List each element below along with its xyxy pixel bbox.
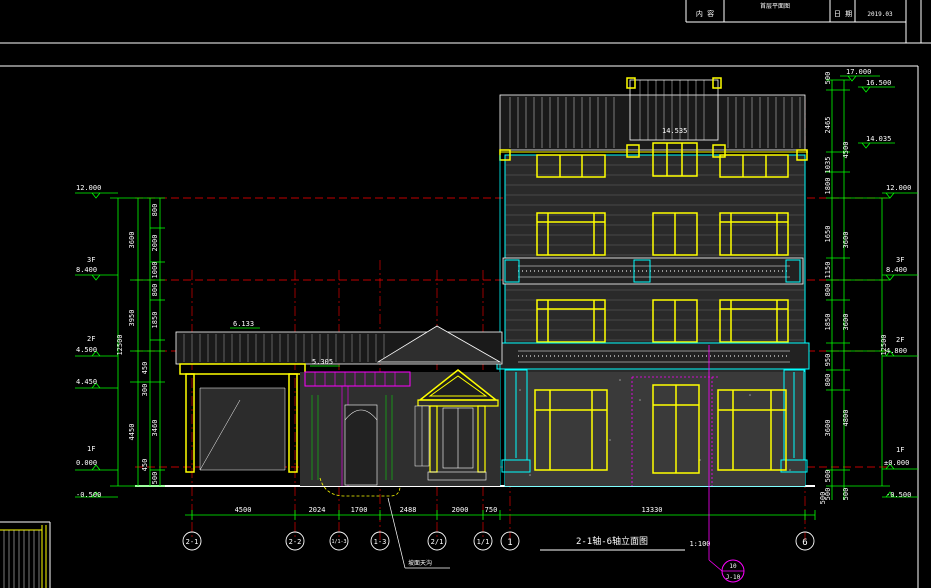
svg-text:800: 800 (824, 284, 832, 297)
svg-text:500: 500 (842, 488, 850, 501)
detail-ref-bottom: J-10 (726, 574, 741, 581)
axis-label: 1 (507, 538, 512, 548)
svg-text:3600: 3600 (842, 232, 850, 249)
svg-text:1F: 1F (896, 446, 904, 454)
svg-text:3600: 3600 (842, 314, 850, 331)
drawing-title: 2-1轴-6轴立面图 (576, 535, 648, 547)
svg-text:13330: 13330 (641, 506, 662, 514)
axis-label: 2-1 (186, 538, 199, 546)
title-label-d: 2019.03 (867, 11, 893, 18)
svg-text:1800: 1800 (824, 178, 832, 195)
axis-bubbles (182, 531, 815, 551)
title-block (0, 0, 931, 44)
svg-text:2F: 2F (87, 335, 95, 343)
svg-text:450: 450 (141, 362, 149, 375)
axis-label: 1-3 (374, 538, 387, 546)
svg-text:3460: 3460 (151, 420, 159, 437)
svg-text:16.500: 16.500 (866, 79, 891, 87)
svg-text:1150: 1150 (824, 262, 832, 279)
svg-text:500: 500 (151, 472, 159, 485)
svg-text:800: 800 (824, 374, 832, 387)
svg-text:±0.000: ±0.000 (884, 459, 909, 467)
svg-text:4500: 4500 (235, 506, 252, 514)
right-elevation-text: 17.000 16.500 14.035 12.000 3F 8.400 2F … (846, 68, 911, 499)
elevation-drawing: 内 容 首层平面图 日 期 2019.03 12500 3600 3950 44… (0, 0, 931, 588)
svg-text:3600: 3600 (824, 420, 832, 437)
svg-text:17.000: 17.000 (846, 68, 871, 76)
axis-label: 6 (802, 538, 807, 548)
axis-labels: 2-1 2-2 1/1-3 1-3 2/1 1/1 1 6 (186, 538, 808, 548)
svg-text:1700: 1700 (351, 506, 368, 514)
left-wing (175, 325, 503, 497)
svg-text:950: 950 (824, 354, 832, 367)
svg-text:2465: 2465 (824, 117, 832, 134)
roof-main-label: 14.535 (662, 127, 687, 135)
left-dim-text: 12500 3600 3950 4450 800 2000 1000 800 1… (116, 204, 159, 485)
svg-text:2488: 2488 (400, 506, 417, 514)
svg-text:8.400: 8.400 (886, 266, 907, 274)
note-label: 坡面天沟 (408, 559, 432, 567)
svg-text:1035: 1035 (824, 157, 832, 174)
svg-text:300: 300 (141, 384, 149, 397)
svg-text:8.400: 8.400 (76, 266, 97, 274)
svg-text:4500: 4500 (842, 142, 850, 159)
axis-label: 2-2 (289, 538, 302, 546)
svg-text:12.000: 12.000 (886, 184, 911, 192)
left-elevation-markers (75, 192, 118, 498)
title-label-a: 内 容 (696, 9, 714, 18)
detail-ref-top: 10 (729, 563, 737, 570)
svg-text:0.000: 0.000 (76, 459, 97, 467)
svg-text:-0.500: -0.500 (886, 491, 911, 499)
svg-text:14.035: 14.035 (866, 135, 891, 143)
svg-text:-0.500: -0.500 (76, 491, 101, 499)
svg-text:1650: 1650 (824, 226, 832, 243)
svg-text:2F: 2F (896, 336, 904, 344)
axis-label: 1/1 (477, 538, 490, 546)
svg-text:12500: 12500 (116, 334, 124, 355)
svg-text:800: 800 (151, 284, 159, 297)
title-label-c: 日 期 (834, 10, 852, 18)
svg-text:1000: 1000 (151, 262, 159, 279)
svg-text:500: 500 (819, 492, 827, 505)
svg-text:750: 750 (485, 506, 498, 514)
main-tower (496, 77, 810, 487)
svg-text:3950: 3950 (128, 310, 136, 327)
cad-canvas[interactable]: 内 容 首层平面图 日 期 2019.03 12500 3600 3950 44… (0, 0, 931, 588)
roof-left-label: 6.133 (233, 320, 254, 328)
svg-text:4.450: 4.450 (76, 378, 97, 386)
axis-label: 1/1-3 (331, 539, 346, 545)
svg-text:2000: 2000 (151, 235, 159, 252)
roof-porch-label: 5.305 (312, 358, 333, 366)
bottom-dimension (185, 510, 816, 520)
bottom-dim-text: 4500 2024 1700 2488 2000 750 13330 500 (235, 492, 827, 514)
axis-label: 2/1 (431, 538, 444, 546)
svg-text:12.000: 12.000 (76, 184, 101, 192)
title-label-b: 首层平面图 (760, 2, 790, 10)
svg-text:3600: 3600 (128, 232, 136, 249)
svg-text:3F: 3F (896, 256, 904, 264)
svg-text:2000: 2000 (452, 506, 469, 514)
svg-text:4800: 4800 (842, 410, 850, 427)
svg-text:1F: 1F (87, 445, 95, 453)
svg-text:3F: 3F (87, 256, 95, 264)
svg-text:450: 450 (141, 459, 149, 472)
svg-text:500: 500 (824, 470, 832, 483)
svg-text:800: 800 (151, 204, 159, 217)
svg-text:4.800: 4.800 (886, 347, 907, 355)
svg-text:4.500: 4.500 (76, 346, 97, 354)
svg-text:500: 500 (824, 72, 832, 85)
svg-text:1850: 1850 (824, 314, 832, 331)
left-elevation-text: 12.000 3F 8.400 2F 4.500 4.450 1F 0.000 … (76, 184, 101, 499)
svg-text:1850: 1850 (151, 312, 159, 329)
svg-text:2024: 2024 (309, 506, 326, 514)
svg-text:4450: 4450 (128, 424, 136, 441)
drawing-scale: 1:100 (689, 540, 710, 548)
